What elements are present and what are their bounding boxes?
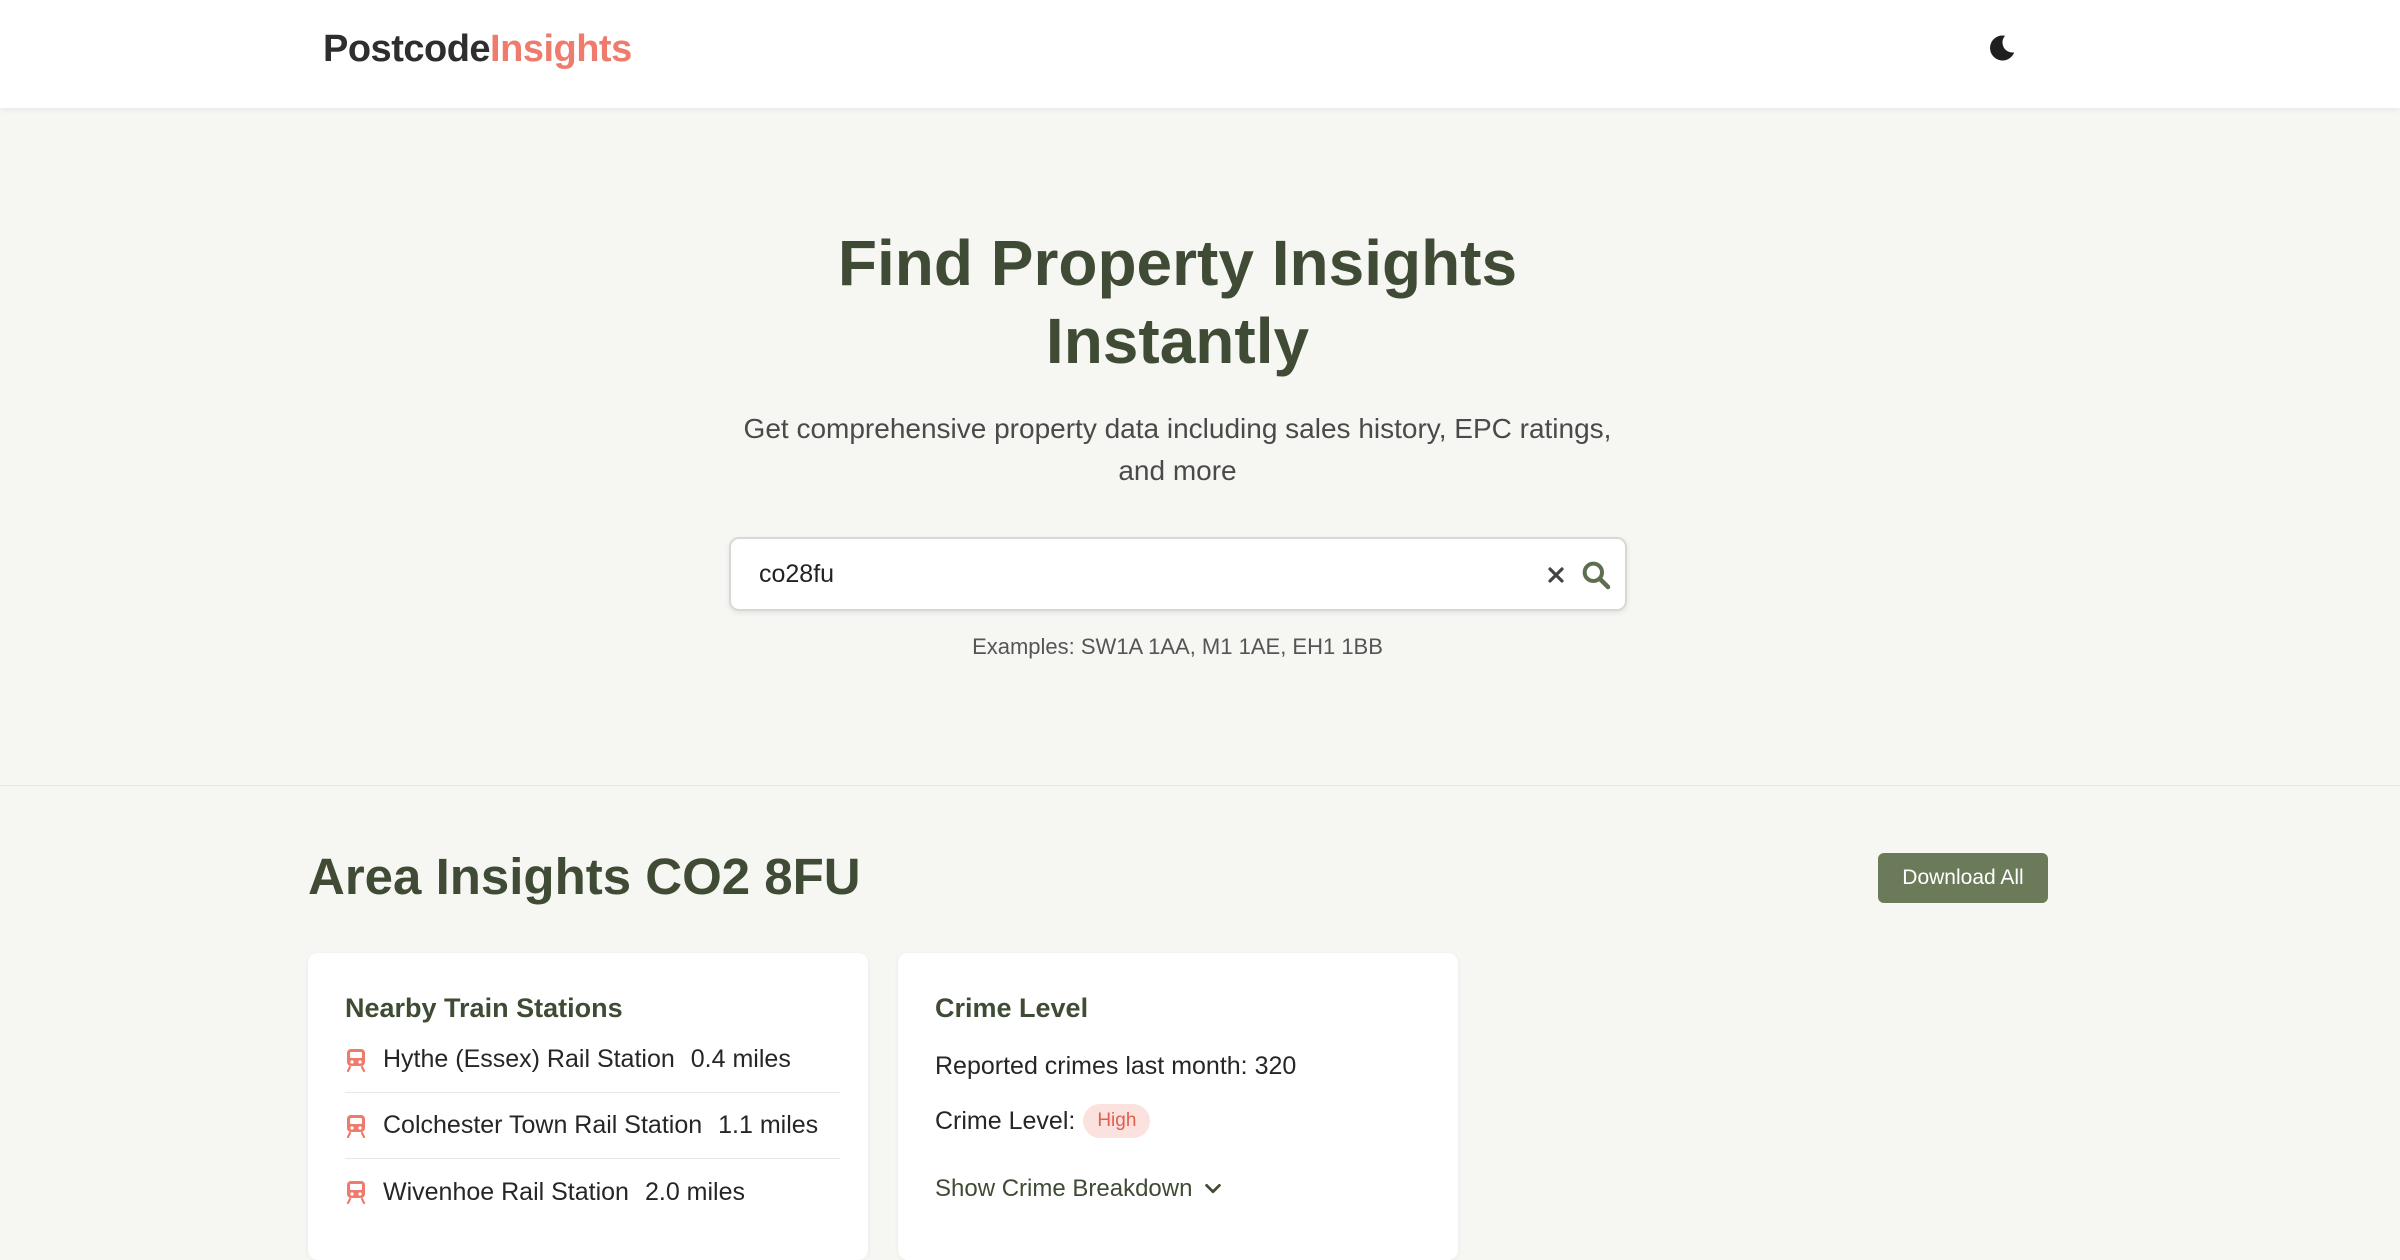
- train-icon: [345, 1047, 369, 1073]
- search-icon: [1582, 561, 1611, 590]
- logo-text-postcode: Postcode: [323, 28, 491, 70]
- station-name: Wivenhoe Rail Station: [383, 1177, 629, 1206]
- logo-text-insights: Insights: [490, 28, 632, 70]
- train-icon: [345, 1179, 369, 1205]
- site-logo[interactable]: PostcodeInsights: [323, 24, 632, 74]
- moon-icon: [1990, 35, 2015, 61]
- station-name: Hythe (Essex) Rail Station: [383, 1045, 675, 1073]
- card-title: Nearby Train Stations: [345, 993, 623, 1023]
- station-list-item: Wivenhoe Rail Station 2.0 miles: [345, 1159, 840, 1225]
- station-distance: 1.1 miles: [718, 1111, 819, 1139]
- site-header: PostcodeInsights: [0, 0, 2400, 108]
- station-distance: 0.4 miles: [690, 1045, 791, 1073]
- crime-level-row: Crime Level: High: [935, 1104, 1151, 1138]
- chevron-down-icon: [1205, 1183, 1222, 1194]
- show-crime-breakdown-toggle[interactable]: Show Crime Breakdown: [935, 1175, 1224, 1203]
- hero-title-line-1: Find Property Insights: [837, 227, 1518, 299]
- section-divider: [0, 785, 2400, 786]
- postcode-search-input[interactable]: [759, 539, 1539, 609]
- train-icon: [345, 1113, 369, 1139]
- nearby-train-stations-card: Nearby Train Stations Hythe (Essex) Rail…: [308, 953, 868, 1260]
- card-title: Crime Level: [935, 993, 1089, 1023]
- clear-search-button[interactable]: [1540, 559, 1572, 591]
- crime-level-card: Crime Level Reported crimes last month: …: [898, 953, 1458, 1260]
- station-distance: 2.0 miles: [644, 1177, 746, 1206]
- crime-level-badge: High: [1083, 1104, 1151, 1138]
- reported-crimes-text: Reported crimes last month: 320: [935, 1052, 1297, 1080]
- download-all-button[interactable]: Download All: [1878, 853, 2048, 903]
- station-list-item: Colchester Town Rail Station 1.1 miles: [345, 1093, 840, 1159]
- area-insights-title: Area Insights CO2 8FU: [308, 848, 861, 905]
- crime-level-label: Crime Level:: [935, 1106, 1076, 1135]
- station-list-item: Hythe (Essex) Rail Station 0.4 miles: [345, 1027, 840, 1093]
- theme-toggle-button[interactable]: [1982, 28, 2022, 68]
- close-icon: [1548, 567, 1564, 583]
- hero-subtitle-line-1: Get comprehensive property data includin…: [743, 413, 1612, 444]
- search-button[interactable]: [1576, 555, 1616, 595]
- hero-title: Find Property Insights Instantly: [0, 224, 2355, 380]
- postcode-search-box: [729, 537, 1627, 611]
- station-name: Colchester Town Rail Station: [383, 1111, 703, 1139]
- hero-subtitle: Get comprehensive property data includin…: [0, 408, 2355, 492]
- hero-title-line-2: Instantly: [1045, 305, 1310, 377]
- hero-subtitle-line-2: and more: [1118, 455, 1237, 486]
- search-examples: Examples: SW1A 1AA, M1 1AE, EH1 1BB: [972, 634, 1383, 659]
- breakdown-label: Show Crime Breakdown: [935, 1175, 1193, 1202]
